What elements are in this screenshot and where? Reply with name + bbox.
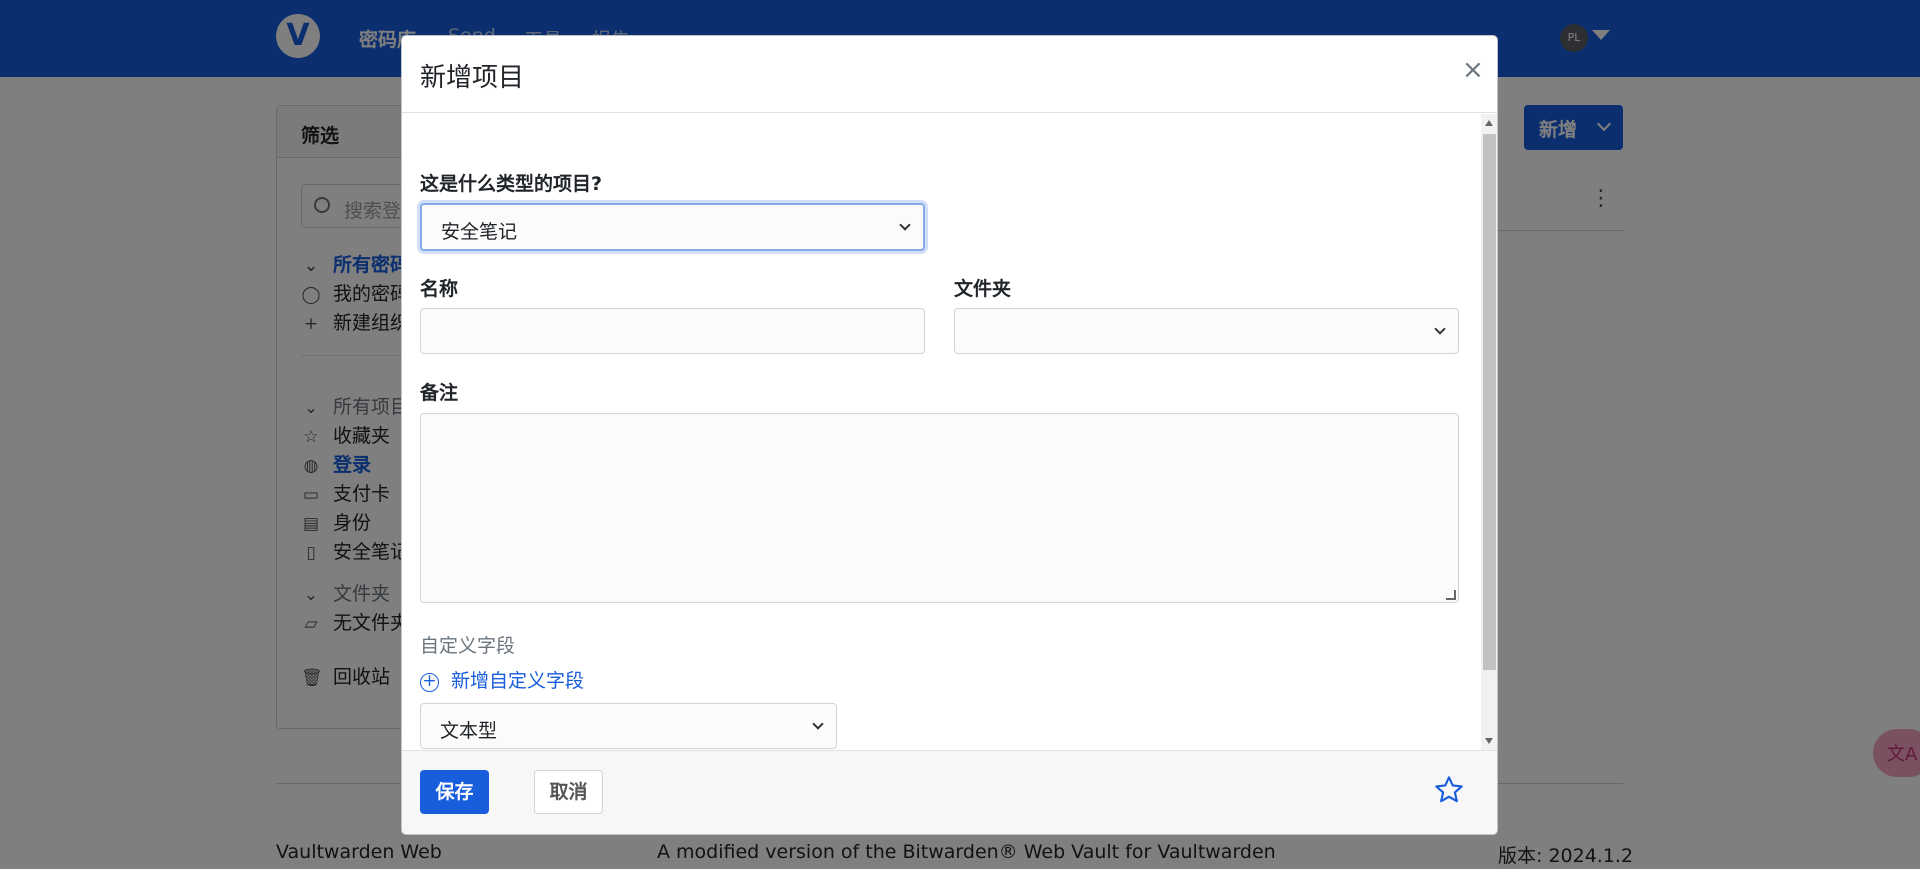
scrollbar-thumb[interactable] xyxy=(1483,134,1496,670)
dialog-title: 新增项目 xyxy=(420,63,525,93)
folder-select[interactable] xyxy=(954,308,1459,354)
item-type-select[interactable]: 安全笔记 xyxy=(420,203,925,251)
chevron-down-icon xyxy=(812,718,824,730)
dialog-footer: 保存 取消 xyxy=(402,750,1497,834)
folder-label: 文件夹 xyxy=(954,278,1012,300)
save-button[interactable]: 保存 xyxy=(420,770,489,814)
add-item-dialog: 新增项目 × 这是什么类型的项目? 安全笔记 名称 文件夹 备注 自定义字段 +… xyxy=(401,35,1498,835)
favorite-star-icon[interactable] xyxy=(1433,774,1465,806)
close-icon[interactable]: × xyxy=(1462,55,1484,85)
name-input[interactable] xyxy=(420,308,925,354)
custom-field-type-select[interactable]: 文本型 xyxy=(420,703,837,749)
add-custom-field-link[interactable]: + 新增自定义字段 xyxy=(420,666,584,693)
chevron-down-icon xyxy=(1434,323,1446,335)
notes-textarea[interactable] xyxy=(420,413,1459,603)
name-label: 名称 xyxy=(420,278,459,300)
dialog-scrollbar[interactable] xyxy=(1481,114,1497,750)
custom-fields-heading: 自定义字段 xyxy=(420,635,516,657)
chevron-down-icon xyxy=(899,219,911,231)
notes-label: 备注 xyxy=(420,382,459,404)
scroll-down-icon[interactable] xyxy=(1485,738,1493,744)
add-custom-field-label: 新增自定义字段 xyxy=(451,670,585,692)
resize-handle-icon[interactable] xyxy=(1446,590,1456,600)
dialog-header: 新增项目 × xyxy=(402,36,1497,113)
plus-circle-icon: + xyxy=(420,673,439,692)
item-type-label: 这是什么类型的项目? xyxy=(420,173,603,195)
custom-field-type-value: 文本型 xyxy=(440,720,498,742)
item-type-value: 安全笔记 xyxy=(441,221,518,243)
dialog-body: 这是什么类型的项目? 安全笔记 名称 文件夹 备注 自定义字段 + 新增自定义字段… xyxy=(402,114,1481,750)
scroll-up-icon[interactable] xyxy=(1485,120,1493,126)
cancel-button[interactable]: 取消 xyxy=(534,770,603,814)
